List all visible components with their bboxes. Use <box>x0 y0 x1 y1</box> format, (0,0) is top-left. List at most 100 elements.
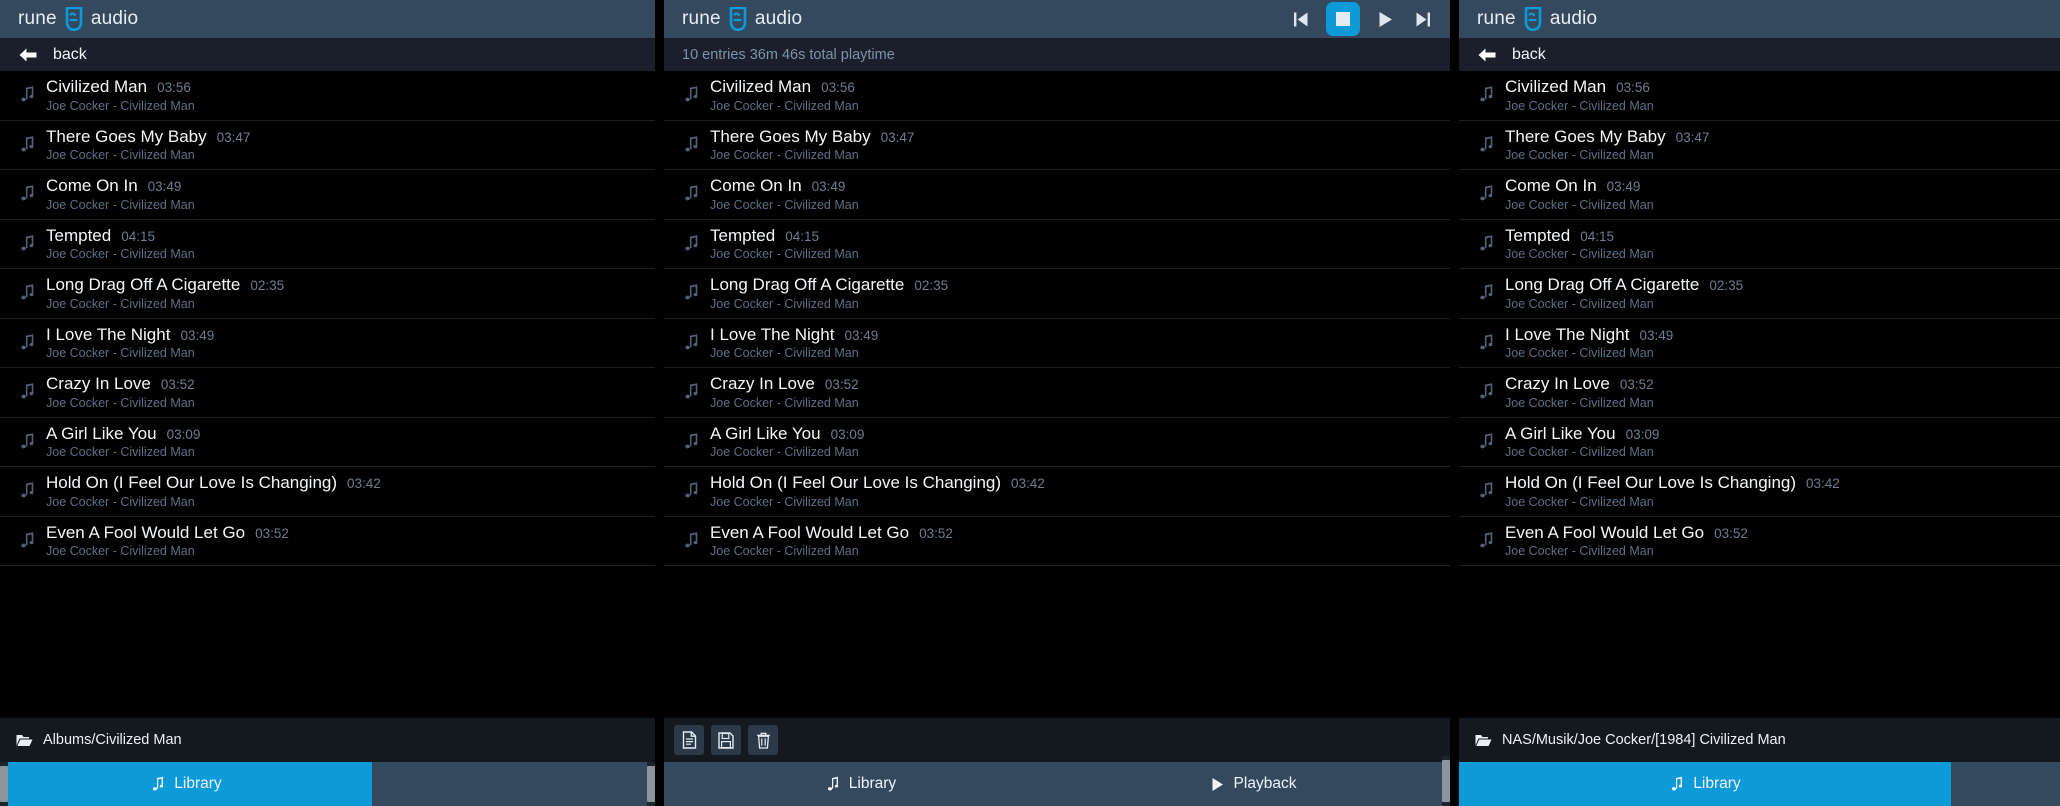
scrollbar-thumb[interactable] <box>647 766 655 802</box>
track-duration: 03:56 <box>1616 80 1650 96</box>
panel-left-library: rune audio back Civilized Man 03:56 Joe … <box>0 0 655 806</box>
track-duration: 03:47 <box>880 129 915 145</box>
track-row[interactable]: Hold On (I Feel Our Love Is Changing) 03:… <box>664 467 1450 517</box>
brand-word-audio: audio <box>1549 8 1598 29</box>
music-note-icon <box>1473 85 1499 103</box>
track-row[interactable]: Long Drag Off A Cigarette 02:35 Joe Cocker… <box>664 269 1450 319</box>
track-text: A Girl Like You 03:09 Joe Cocker - Civiliz… <box>46 424 200 460</box>
track-row[interactable]: A Girl Like You 03:09 Joe Cocker - Civiliz… <box>1459 418 2060 467</box>
track-row[interactable]: Crazy In Love 03:52 Joe Cocker - Civilized… <box>664 368 1450 418</box>
track-row[interactable]: I Love The Night 03:49 Joe Cocker - Civili… <box>1459 319 2060 368</box>
track-subtitle: Joe Cocker - Civilized Man <box>46 148 195 163</box>
new-playlist-button[interactable] <box>674 725 704 755</box>
previous-track-button[interactable] <box>1288 6 1314 32</box>
track-text: Come On In 03:49 Joe Cocker - Civilized Ma… <box>710 176 859 212</box>
tab-library-right[interactable]: Library <box>1459 762 1951 806</box>
skip-previous-icon <box>1293 11 1309 28</box>
back-bar-right[interactable]: back <box>1459 38 2060 71</box>
track-text: A Girl Like You 03:09 Joe Cocker - Civiliz… <box>710 424 864 460</box>
tab-library-left[interactable]: Library <box>0 762 372 806</box>
track-list-middle[interactable]: Civilized Man 03:56 Joe Cocker - Civilized… <box>664 71 1450 718</box>
stop-icon <box>1336 12 1350 26</box>
tab-playback-middle[interactable]: Playback <box>1057 762 1450 806</box>
track-row[interactable]: Tempted 04:15 Joe Cocker - Civilized Man <box>664 220 1450 269</box>
track-row[interactable]: There Goes My Baby 03:47 Joe Cocker - Civi… <box>664 121 1450 170</box>
track-row[interactable]: Even A Fool Would Let Go 03:52 Joe Cocker … <box>664 517 1450 566</box>
tab-secondary-right[interactable] <box>1951 762 2060 806</box>
track-list-left[interactable]: Civilized Man 03:56 Joe Cocker - Civilized… <box>0 71 655 718</box>
brand-bar-right: rune audio <box>1459 0 2060 38</box>
music-note-icon <box>1473 481 1499 499</box>
track-row[interactable]: Crazy In Love 03:52 Joe Cocker - Civilized… <box>1459 368 2060 418</box>
music-note-icon <box>825 776 839 792</box>
track-subtitle: Joe Cocker - Civilized Man <box>1505 98 1654 113</box>
track-title-row: Even A Fool Would Let Go 03:52 <box>1505 523 1748 543</box>
panel-divider-1 <box>655 0 664 806</box>
back-bar-left[interactable]: back <box>0 38 655 71</box>
track-duration: 02:35 <box>914 278 949 294</box>
track-subtitle: Joe Cocker - Civilized Man <box>1505 296 1654 311</box>
track-text: Hold On (I Feel Our Love Is Changing) 03:… <box>1505 473 1840 509</box>
scrollbar-left-edge-left-panel[interactable] <box>0 762 8 806</box>
runeaudio-three-panel-screen: rune audio back Civilized Man 03:56 Joe … <box>0 0 2060 806</box>
runeaudio-mask-logo-icon <box>728 7 748 31</box>
arrow-left-icon[interactable] <box>18 47 38 63</box>
tab-library-middle[interactable]: Library <box>664 762 1057 806</box>
track-row[interactable]: Civilized Man 03:56 Joe Cocker - Civilized… <box>1459 71 2060 121</box>
track-row[interactable]: Tempted 04:15 Joe Cocker - Civilized Man <box>1459 220 2060 269</box>
track-title-row: Tempted 04:15 <box>710 226 859 246</box>
track-row[interactable]: Come On In 03:49 Joe Cocker - Civilized Ma… <box>664 170 1450 220</box>
track-title: I Love The Night <box>46 324 171 344</box>
track-row[interactable]: Crazy In Love 03:52 Joe Cocker - Civilized… <box>0 368 655 418</box>
track-title-row: There Goes My Baby 03:47 <box>46 127 250 147</box>
track-row[interactable]: Hold On (I Feel Our Love Is Changing) 03:… <box>1459 467 2060 517</box>
arrow-left-icon[interactable] <box>1477 47 1497 63</box>
clear-playlist-button[interactable] <box>748 725 778 755</box>
brand-word-audio: audio <box>754 8 803 29</box>
scrollbar-thumb[interactable] <box>0 766 8 802</box>
track-duration: 03:09 <box>1625 426 1660 442</box>
footer-path-text-left: Albums/Civilized Man <box>43 732 182 748</box>
track-row[interactable]: A Girl Like You 03:09 Joe Cocker - Civiliz… <box>0 418 655 467</box>
runeaudio-mask-logo-icon <box>1523 7 1543 31</box>
tab-secondary-left[interactable] <box>372 762 655 806</box>
track-subtitle: Joe Cocker - Civilized Man <box>710 296 859 311</box>
track-row[interactable]: Come On In 03:49 Joe Cocker - Civilized Ma… <box>1459 170 2060 220</box>
next-track-button[interactable] <box>1410 6 1436 32</box>
track-subtitle: Joe Cocker - Civilized Man <box>46 247 195 262</box>
track-row[interactable]: There Goes My Baby 03:47 Joe Cocker - Civi… <box>1459 121 2060 170</box>
stop-button[interactable] <box>1326 2 1360 36</box>
music-note-icon <box>1473 432 1499 450</box>
track-row[interactable]: Civilized Man 03:56 Joe Cocker - Civilized… <box>664 71 1450 121</box>
track-row[interactable]: Even A Fool Would Let Go 03:52 Joe Cocker … <box>0 517 655 566</box>
back-label-right[interactable]: back <box>1512 46 1546 64</box>
track-row[interactable]: Long Drag Off A Cigarette 02:35 Joe Cocker… <box>1459 269 2060 319</box>
track-row[interactable]: A Girl Like You 03:09 Joe Cocker - Civiliz… <box>664 418 1450 467</box>
track-row[interactable]: There Goes My Baby 03:47 Joe Cocker - Civi… <box>0 121 655 170</box>
scrollbar-thumb[interactable] <box>1442 760 1450 802</box>
track-row[interactable]: I Love The Night 03:49 Joe Cocker - Civili… <box>0 319 655 368</box>
track-subtitle: Joe Cocker - Civilized Man <box>1505 544 1654 559</box>
track-text: Come On In 03:49 Joe Cocker - Civilized Ma… <box>46 176 195 212</box>
track-row[interactable]: Come On In 03:49 Joe Cocker - Civilized Ma… <box>0 170 655 220</box>
track-row[interactable]: Long Drag Off A Cigarette 02:35 Joe Cocker… <box>0 269 655 319</box>
track-row[interactable]: Civilized Man 03:56 Joe Cocker - Civilized… <box>0 71 655 121</box>
scrollbar-right-edge-left-panel[interactable] <box>647 762 655 806</box>
panel-middle-playlist: rune audio 10 entries 36m 46s total play… <box>664 0 1450 806</box>
track-title: There Goes My Baby <box>1505 126 1666 146</box>
track-title: I Love The Night <box>1505 324 1630 344</box>
save-playlist-button[interactable] <box>711 725 741 755</box>
trash-icon <box>756 732 771 749</box>
track-row[interactable]: Tempted 04:15 Joe Cocker - Civilized Man <box>0 220 655 269</box>
play-button[interactable] <box>1372 6 1398 32</box>
track-row[interactable]: Even A Fool Would Let Go 03:52 Joe Cocker … <box>1459 517 2060 566</box>
scrollbar-right-edge-middle-panel[interactable] <box>1442 756 1450 806</box>
track-row[interactable]: I Love The Night 03:49 Joe Cocker - Civili… <box>664 319 1450 368</box>
track-list-right[interactable]: Civilized Man 03:56 Joe Cocker - Civilized… <box>1459 71 2060 718</box>
music-note-icon <box>1473 135 1499 153</box>
track-subtitle: Joe Cocker - Civilized Man <box>1505 395 1654 410</box>
track-row[interactable]: Hold On (I Feel Our Love Is Changing) 03:… <box>0 467 655 517</box>
track-text: Tempted 04:15 Joe Cocker - Civilized Man <box>1505 226 1654 262</box>
track-title: Come On In <box>1505 176 1597 196</box>
back-label-left[interactable]: back <box>53 46 87 64</box>
